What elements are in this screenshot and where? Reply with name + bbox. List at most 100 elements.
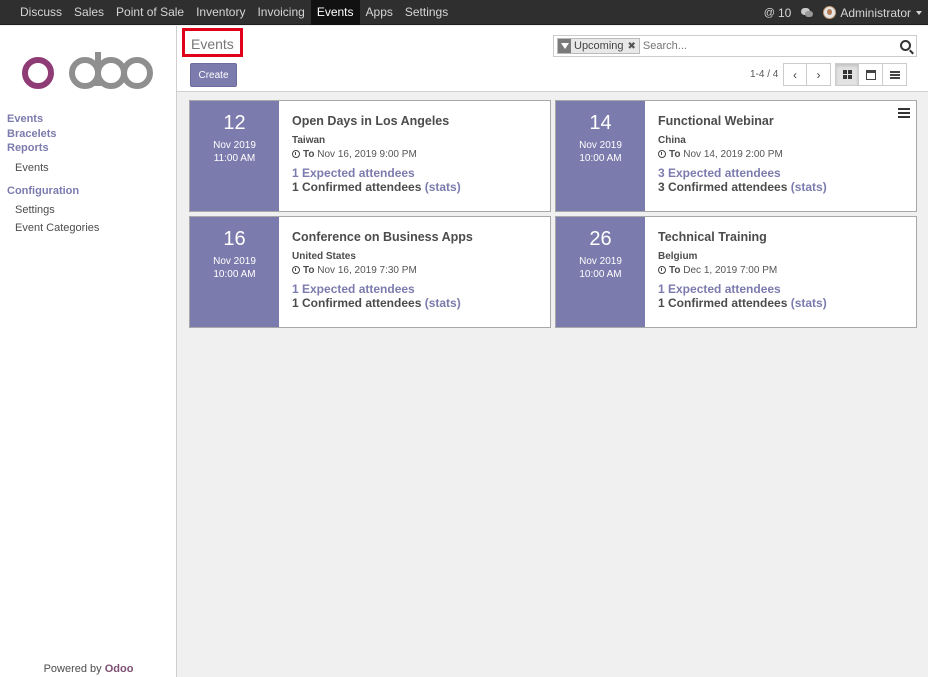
event-end: To Nov 14, 2019 2:00 PM [658,149,916,160]
mentions-indicator[interactable]: @ 10 [764,6,792,20]
expected-attendees-link[interactable]: 1 Expected attendees [292,166,550,180]
sidebar-item-reports[interactable]: Reports [7,141,99,156]
event-card[interactable]: 14 Nov 2019 10:00 AM Functional Webinar … [555,100,917,212]
list-view-button[interactable] [883,63,907,86]
event-day: 16 [223,228,246,250]
search-input[interactable] [642,40,893,52]
menu-invoicing[interactable]: Invoicing [251,0,310,25]
sidebar-item-event-categories[interactable]: Event Categories [7,222,99,234]
event-end-date: Dec 1, 2019 7:00 PM [683,265,778,276]
remove-facet-icon[interactable]: ✖ [628,41,636,52]
powered-by: Powered by Odoo [0,663,177,675]
confirmed-attendees-label: 1 Confirmed attendees [292,296,422,310]
event-end-date: Nov 16, 2019 9:00 PM [317,149,417,160]
sidebar-item-events[interactable]: Events [7,112,99,127]
event-end: To Nov 16, 2019 7:30 PM [292,265,550,276]
event-to-label: To [669,265,681,276]
previous-page-button[interactable]: ‹ [783,63,807,86]
menu-sales[interactable]: Sales [68,0,110,25]
confirmed-attendees: 1 Confirmed attendees (stats) [292,180,550,194]
menu-events[interactable]: Events [310,0,360,25]
menu-apps[interactable]: Apps [360,0,399,25]
stats-link[interactable]: (stats) [425,180,461,194]
kanban-view-button[interactable] [835,63,859,86]
menu-settings[interactable]: Settings [399,0,454,25]
at-icon: @ [763,6,775,19]
stats-link[interactable]: (stats) [425,296,461,310]
calendar-icon [865,69,876,80]
event-month: Nov 2019 [213,140,256,151]
card-menu-icon[interactable] [898,108,910,118]
caret-down-icon [916,10,922,15]
powered-by-brand[interactable]: Odoo [105,663,134,675]
event-card[interactable]: 16 Nov 2019 10:00 AM Conference on Busin… [189,216,551,328]
user-name: Administrator [840,5,911,20]
event-time: 11:00 AM [213,153,256,164]
event-title: Open Days in Los Angeles [292,114,450,128]
sidebar-item-settings[interactable]: Settings [7,204,99,216]
calendar-view-button[interactable] [859,63,883,86]
sidebar-item-bracelets[interactable]: Bracelets [7,127,99,142]
event-location: Belgium [658,251,698,262]
event-month: Nov 2019 [213,256,256,267]
sidebar-item-configuration[interactable]: Configuration [7,184,99,199]
app-menu: Discuss Sales Point of Sale Inventory In… [0,0,454,25]
facet-label: Upcoming [574,40,624,52]
event-date: 14 Nov 2019 10:00 AM [556,101,645,211]
expected-attendees-link[interactable]: 1 Expected attendees [292,282,550,296]
clock-icon [292,150,300,158]
event-to-label: To [303,265,315,276]
view-switcher [835,63,907,86]
pager-value[interactable]: 1-4 / 4 [750,69,778,80]
event-location: China [658,135,686,146]
event-time: 10:00 AM [579,153,622,164]
confirmed-attendees: 1 Confirmed attendees (stats) [658,296,916,310]
event-location: Taiwan [292,135,326,146]
event-month: Nov 2019 [579,256,622,267]
search-icon[interactable] [900,40,911,51]
odoo-logo-middle [95,57,127,89]
clock-icon [658,266,666,274]
event-card[interactable]: 26 Nov 2019 10:00 AM Technical Training … [555,216,917,328]
menu-inventory[interactable]: Inventory [190,0,251,25]
event-title: Conference on Business Apps [292,230,473,244]
kanban-icon [842,70,852,79]
event-location: United States [292,251,356,262]
event-time: 10:00 AM [579,269,622,280]
list-icon [889,70,900,79]
top-navbar: Discuss Sales Point of Sale Inventory In… [0,0,928,25]
event-to-label: To [669,149,681,160]
next-page-button[interactable]: › [807,63,831,86]
stats-link[interactable]: (stats) [791,180,827,194]
event-card[interactable]: 12 Nov 2019 11:00 AM Open Days in Los An… [189,100,551,212]
search-facet: Upcoming ✖ [557,38,640,54]
sidebar-item-reports-events[interactable]: Events [7,162,99,174]
event-title: Functional Webinar [658,114,774,128]
powered-by-label: Powered by [43,663,102,675]
event-date: 16 Nov 2019 10:00 AM [190,217,279,327]
event-end-date: Nov 14, 2019 2:00 PM [683,149,783,160]
stats-link[interactable]: (stats) [791,296,827,310]
event-title: Technical Training [658,230,767,244]
confirmed-attendees: 1 Confirmed attendees (stats) [292,296,550,310]
confirmed-attendees-label: 1 Confirmed attendees [292,180,422,194]
user-menu[interactable]: Administrator [823,6,922,20]
expected-attendees-link[interactable]: 1 Expected attendees [658,282,916,296]
event-day: 26 [589,228,612,250]
expected-attendees-link[interactable]: 3 Expected attendees [658,166,916,180]
event-end: To Nov 16, 2019 9:00 PM [292,149,550,160]
create-button[interactable]: Create [190,63,237,87]
search-bar: Upcoming ✖ [553,35,917,57]
mentions-count: 10 [777,5,792,20]
sidebar: Events Bracelets Reports Events Configur… [0,26,177,677]
event-to-label: To [303,149,315,160]
confirmed-attendees-label: 3 Confirmed attendees [658,180,788,194]
filter-icon [558,39,571,53]
chat-icon[interactable] [801,7,814,18]
menu-discuss[interactable]: Discuss [14,0,68,25]
confirmed-attendees-label: 1 Confirmed attendees [658,296,788,310]
event-date: 12 Nov 2019 11:00 AM [190,101,279,211]
event-month: Nov 2019 [579,140,622,151]
menu-point-of-sale[interactable]: Point of Sale [110,0,190,25]
event-end-date: Nov 16, 2019 7:30 PM [317,265,417,276]
